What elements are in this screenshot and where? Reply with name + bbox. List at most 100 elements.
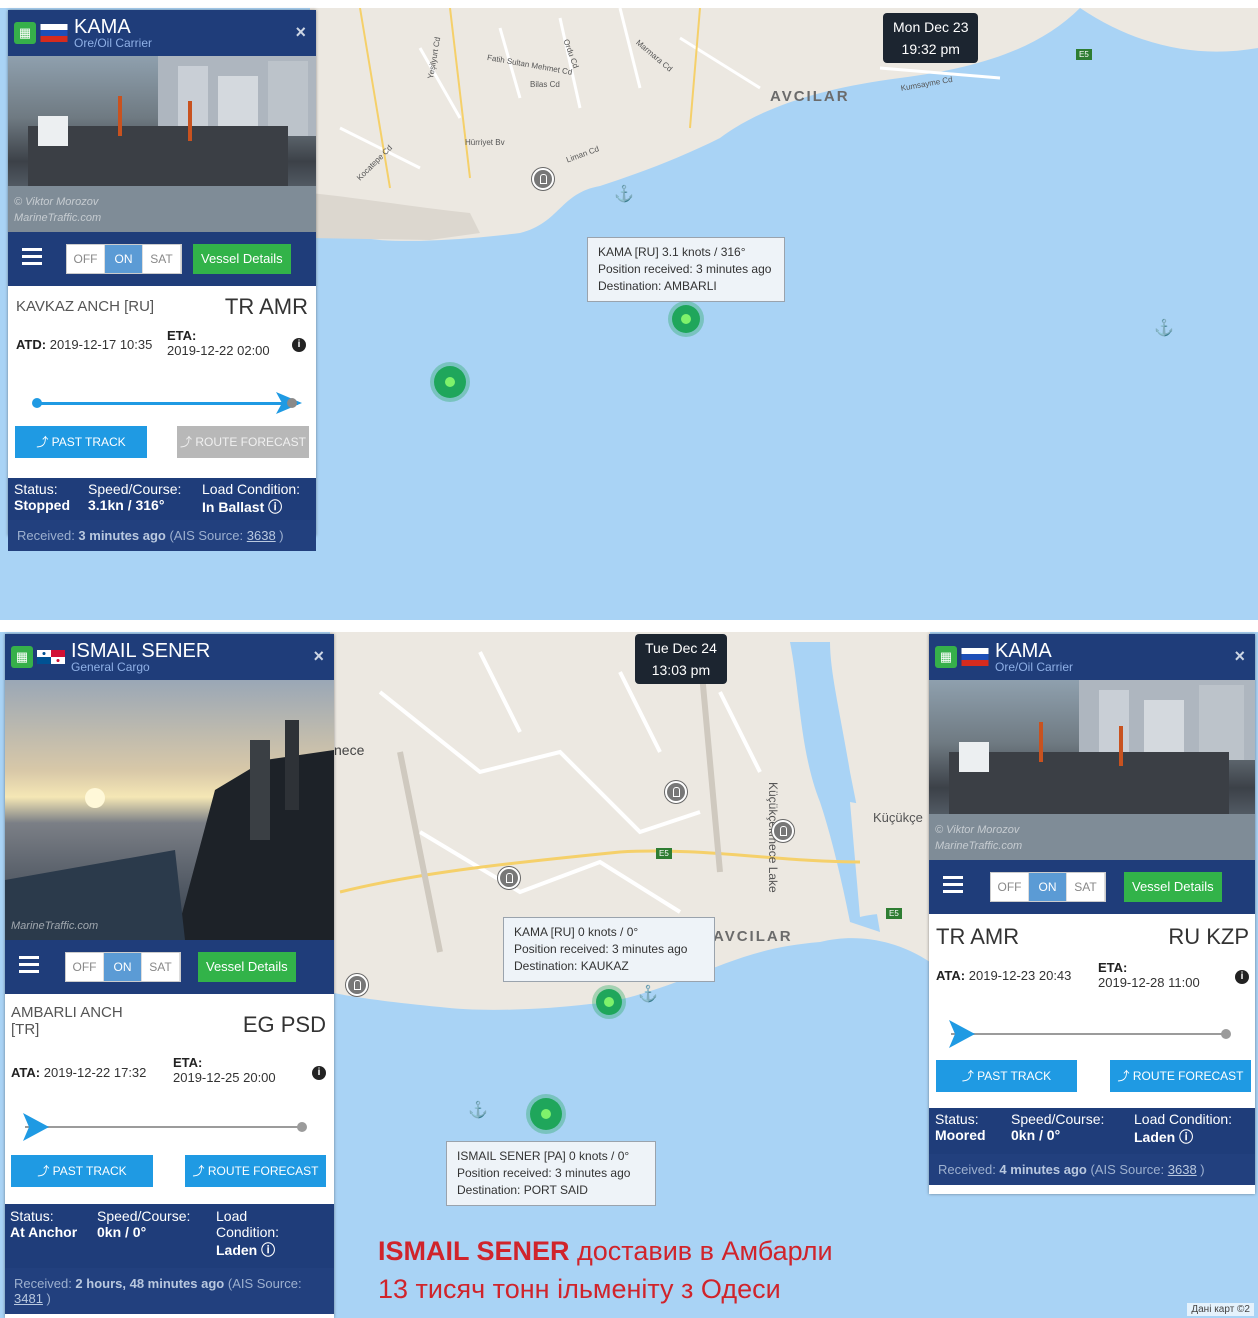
timestamp-box: Tue Dec 24 13:03 pm xyxy=(635,634,727,684)
received-info: Received: 2 hours, 48 minutes ago (AIS S… xyxy=(5,1268,334,1314)
track-buttons: ⤴ PAST TRACK ⤴ ROUTE FORECAST xyxy=(5,1150,334,1204)
vessel-tooltip-kama: KAMA [RU] 0 knots / 0° Position received… xyxy=(503,917,715,982)
toggle-off[interactable]: OFF xyxy=(991,873,1029,901)
vessel-photo[interactable]: © Viktor Morozov MarineTraffic.com xyxy=(8,56,316,232)
info-icon[interactable]: i xyxy=(292,338,306,352)
map-attribution[interactable]: Дані карт ©2 xyxy=(1187,1303,1254,1316)
vessel-photo[interactable]: © Viktor Morozov MarineTraffic.com xyxy=(929,680,1255,860)
info-icon[interactable]: i xyxy=(1235,970,1249,984)
past-track-button[interactable]: ⤴ PAST TRACK xyxy=(11,1155,153,1187)
status-label: Status: xyxy=(10,1208,54,1224)
hamburger-menu-icon[interactable] xyxy=(22,248,42,266)
hamburger-menu-icon[interactable] xyxy=(943,876,963,894)
toggle-on[interactable]: ON xyxy=(105,245,143,273)
progress-end-dot xyxy=(297,1122,307,1132)
toggle-on[interactable]: ON xyxy=(104,953,142,981)
load-value: Laden xyxy=(216,1242,258,1258)
speed-label: Speed/Course: xyxy=(1011,1111,1105,1127)
toggle-sat[interactable]: SAT xyxy=(143,245,181,273)
route-forecast-button[interactable]: ⤴ ROUTE FORECAST xyxy=(1110,1060,1251,1092)
timestamp-time: 19:32 pm xyxy=(901,41,960,57)
vessel-marker[interactable] xyxy=(434,366,466,398)
speed-label: Speed/Course: xyxy=(88,481,182,497)
info-icon[interactable]: ⓘ xyxy=(1179,1129,1193,1145)
vessel-tooltip-ismail-sener: ISMAIL SENER [PA] 0 knots / 0° Position … xyxy=(446,1141,656,1206)
tooltip-line: Destination: AMBARLI xyxy=(598,279,717,293)
atd-label: ATD: xyxy=(16,337,47,352)
vessel-name: KAMA xyxy=(74,16,131,38)
vessel-marker-ismail-sener[interactable] xyxy=(530,1098,562,1130)
status-label: Status: xyxy=(14,481,58,497)
toggle-on[interactable]: ON xyxy=(1029,873,1067,901)
route-forecast-button[interactable]: ⤴ ROUTE FORECAST xyxy=(177,426,309,458)
port-marker-icon[interactable] xyxy=(532,168,554,190)
received-time: 3 minutes ago xyxy=(78,528,166,543)
toggle-off[interactable]: OFF xyxy=(66,953,104,981)
status-value: Moored xyxy=(935,1127,986,1143)
load-value: In Ballast xyxy=(202,499,265,515)
past-track-button[interactable]: ⤴ PAST TRACK xyxy=(15,426,147,458)
route-forecast-button[interactable]: ⤴ ROUTE FORECAST xyxy=(185,1155,326,1187)
grid-menu-icon[interactable]: ▦ xyxy=(11,646,33,668)
grid-menu-icon[interactable]: ▦ xyxy=(14,22,36,44)
progress-track xyxy=(951,1033,1225,1035)
track-icon: ⤴ xyxy=(36,435,52,449)
vessel-marker-kama[interactable] xyxy=(596,989,622,1015)
photo-credit: MarineTraffic.com xyxy=(14,212,102,224)
anchorage-icon[interactable]: ⚓ xyxy=(614,186,634,204)
load-value: Laden xyxy=(1134,1129,1176,1145)
vessel-marker-kama[interactable] xyxy=(672,305,700,333)
progress-end-dot xyxy=(1221,1029,1231,1039)
info-icon[interactable]: ⓘ xyxy=(261,1242,275,1258)
map-mode-toggle[interactable]: OFF ON SAT xyxy=(65,952,181,982)
vessel-panel-ismail-sener: ▦ ISMAIL SENER General Cargo × MarineTra… xyxy=(5,634,334,1318)
progress-track xyxy=(25,1126,301,1128)
status-label: Status: xyxy=(935,1111,979,1127)
ais-source-link[interactable]: 3481 xyxy=(14,1291,43,1306)
road-label: Bilas Cd xyxy=(530,80,560,89)
past-track-button[interactable]: ⤴ PAST TRACK xyxy=(936,1060,1077,1092)
track-buttons: ⤴ PAST TRACK ⤴ ROUTE FORECAST xyxy=(8,426,316,478)
forecast-icon: ⤴ xyxy=(179,435,196,449)
info-icon[interactable]: i xyxy=(312,1066,326,1080)
received-time: 4 minutes ago xyxy=(999,1162,1087,1177)
departure-port: TR AMR xyxy=(936,924,1020,949)
departure-port: KAVKAZ ANCH [RU] xyxy=(16,298,155,315)
map-mode-toggle[interactable]: OFF ON SAT xyxy=(66,244,182,274)
tooltip-line: Destination: PORT SAID xyxy=(457,1183,588,1197)
ais-source-link[interactable]: 3638 xyxy=(1168,1162,1197,1177)
grid-menu-icon[interactable]: ▦ xyxy=(935,646,957,668)
status-bar: Status: At Anchor Speed/Course: 0kn / 0° L… xyxy=(5,1204,334,1268)
toggle-off[interactable]: OFF xyxy=(67,245,105,273)
shipyard-marker-icon[interactable] xyxy=(772,820,794,842)
destination-port: TR AMR xyxy=(224,294,308,319)
close-icon[interactable]: × xyxy=(295,22,306,43)
vessel-details-button[interactable]: Vessel Details xyxy=(193,244,291,274)
anchorage-icon[interactable]: ⚓ xyxy=(1154,320,1174,338)
port-marker-icon[interactable] xyxy=(498,867,520,889)
ais-source-link[interactable]: 3638 xyxy=(247,528,276,543)
hamburger-menu-icon[interactable] xyxy=(19,956,39,974)
toggle-sat[interactable]: SAT xyxy=(142,953,180,981)
vessel-details-button[interactable]: Vessel Details xyxy=(1124,872,1222,902)
vessel-type: Ore/Oil Carrier xyxy=(995,660,1074,674)
vessel-details-button[interactable]: Vessel Details xyxy=(198,952,296,982)
map-mode-toggle[interactable]: OFF ON SAT xyxy=(990,872,1106,902)
panel-toolbar: OFF ON SAT Vessel Details xyxy=(8,232,316,286)
received-info: Received: 3 minutes ago (AIS Source: 363… xyxy=(8,520,316,551)
info-icon[interactable]: ⓘ xyxy=(268,499,282,515)
close-icon[interactable]: × xyxy=(1234,646,1245,667)
port-marker-icon[interactable] xyxy=(346,974,368,996)
toggle-sat[interactable]: SAT xyxy=(1067,873,1105,901)
timestamp-day: Mon Dec 23 xyxy=(893,19,969,35)
tooltip-line: KAMA [RU] 3.1 knots / 316° xyxy=(598,245,746,259)
close-icon[interactable]: × xyxy=(313,646,324,667)
anchorage-icon[interactable]: ⚓ xyxy=(468,1102,488,1120)
status-value: Stopped xyxy=(14,497,70,513)
anchorage-icon[interactable]: ⚓ xyxy=(638,986,658,1004)
port-marker-icon[interactable] xyxy=(665,781,687,803)
tooltip-line: Destination: KAUKAZ xyxy=(514,959,629,973)
caption-line2: 13 тисяч тонн ільменіту з Одеси xyxy=(378,1274,781,1304)
vessel-photo[interactable]: MarineTraffic.com xyxy=(5,680,334,940)
russia-flag-icon xyxy=(961,648,989,666)
